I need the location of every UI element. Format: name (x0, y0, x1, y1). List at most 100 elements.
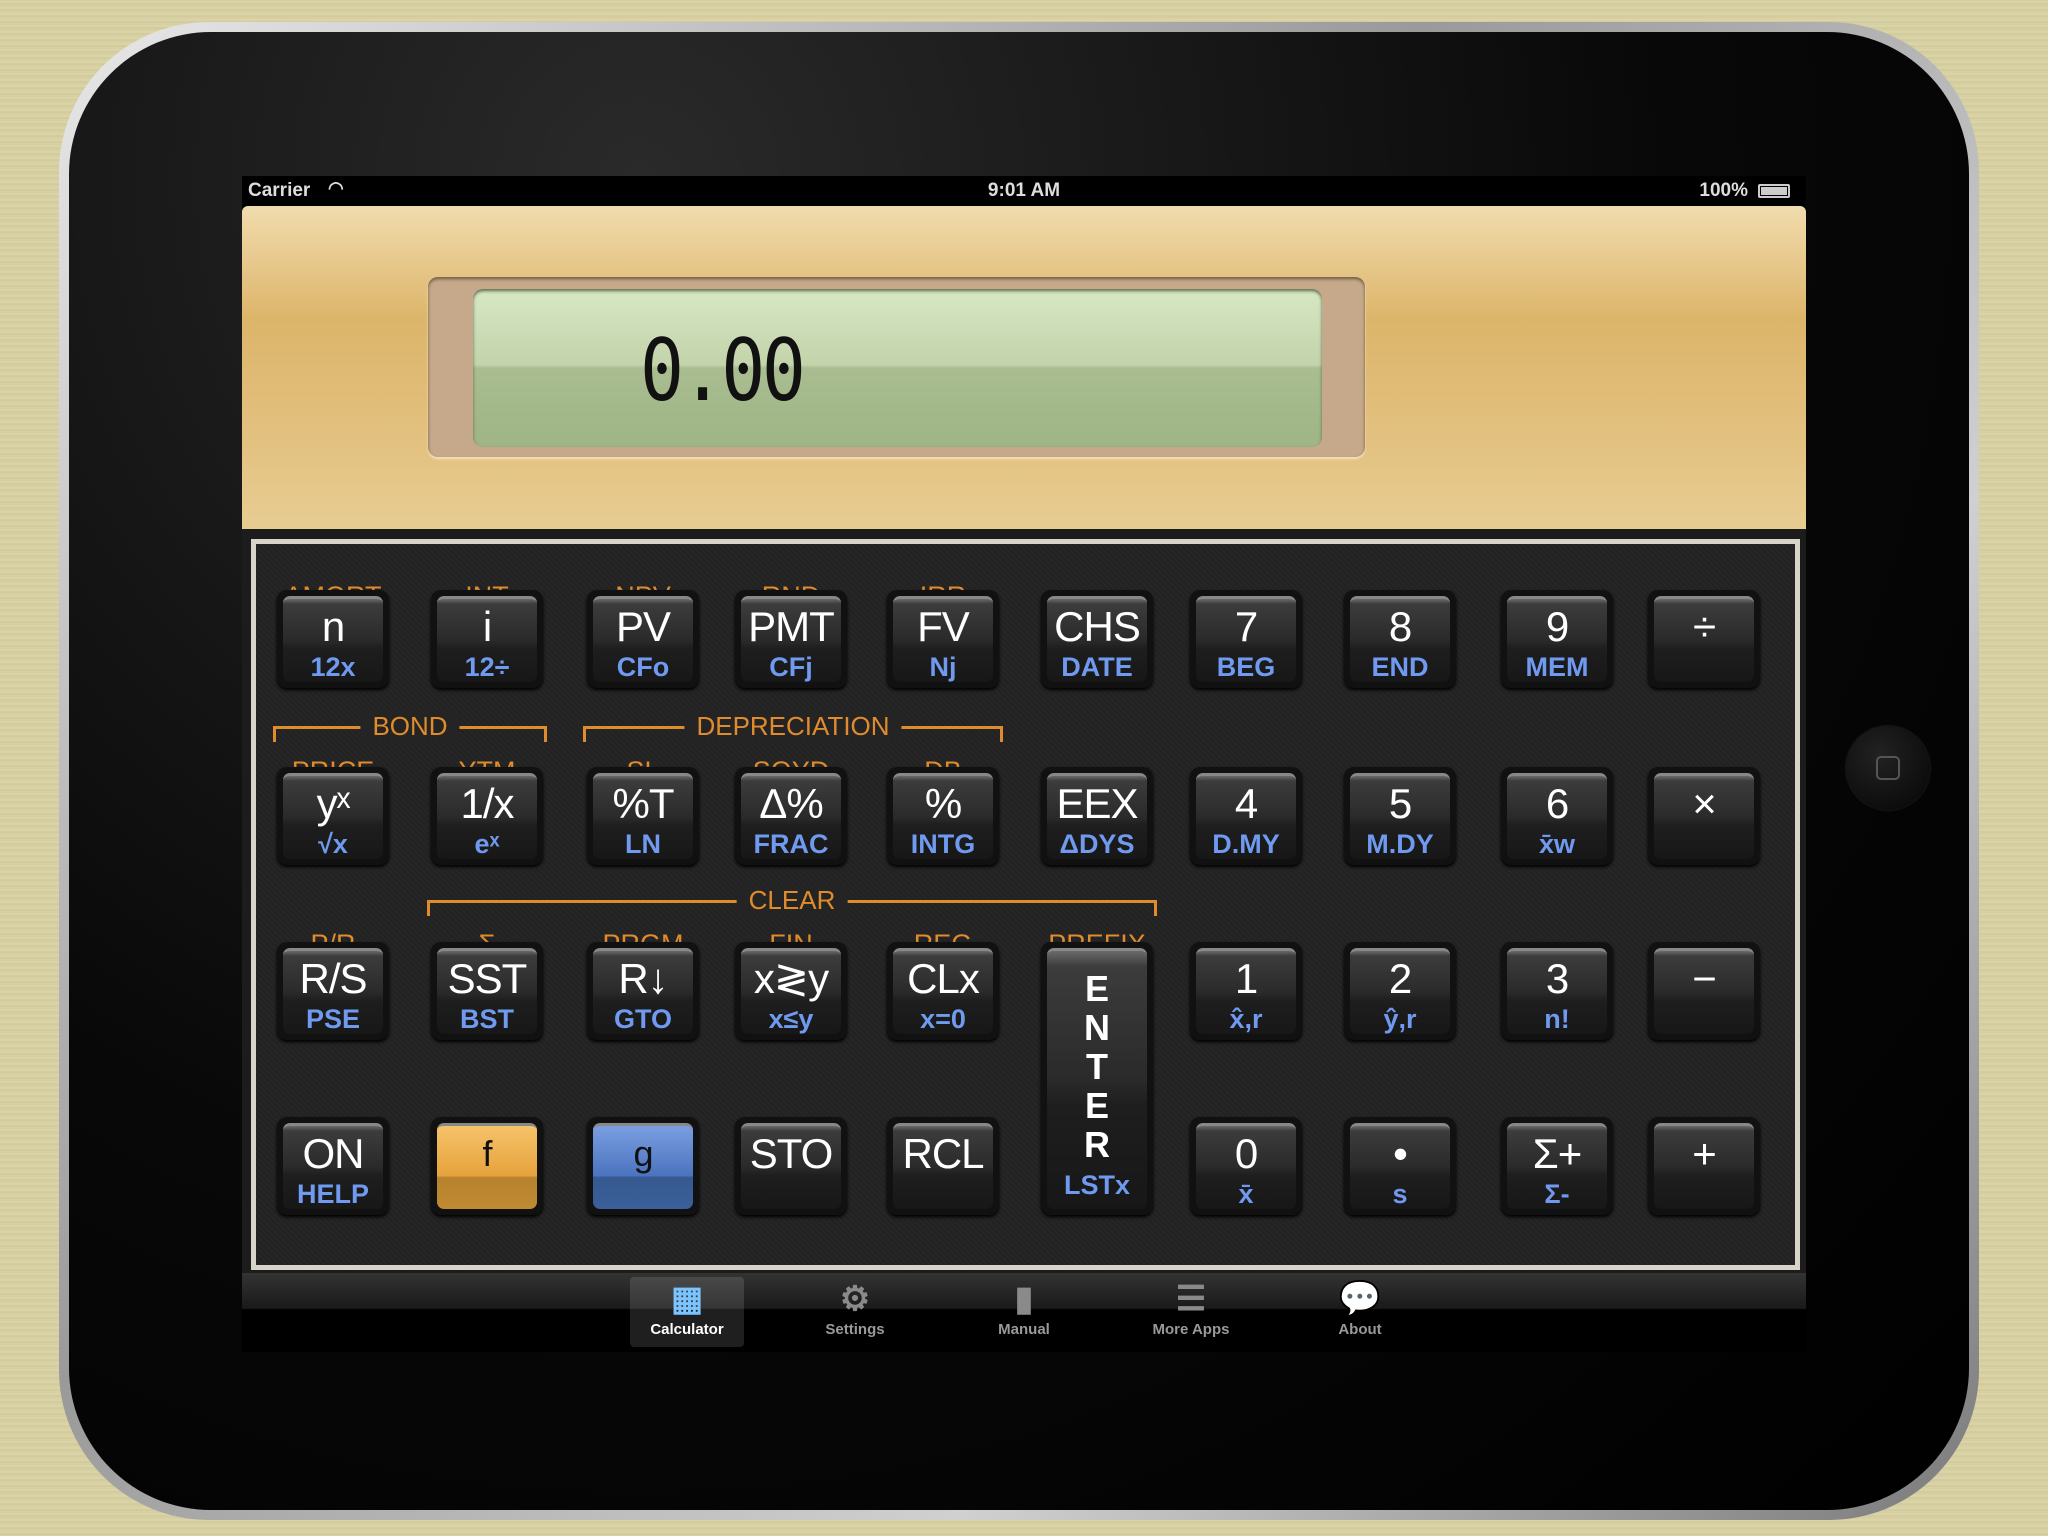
key-face: Σ+ Σ- (1507, 1123, 1607, 1209)
tab-bar: ▦ Calculator ⚙ Settings ▮ Manual ☰ More Apps 💬 Ab… (242, 1273, 1806, 1352)
key-9-mem[interactable]: 9 MEM (1501, 590, 1613, 688)
key-face: STO (741, 1123, 841, 1209)
key-face: x≷y x≤y (741, 948, 841, 1034)
key-6-x̄w[interactable]: 6 x̄w (1501, 767, 1613, 865)
key-face: 0 x̄ (1196, 1123, 1296, 1209)
key-0-x̄[interactable]: 0 x̄ (1190, 1117, 1302, 1215)
key-blue-label: PSE (305, 1004, 361, 1034)
key-1/x-eˣ[interactable]: 1/x eˣ (431, 767, 543, 865)
key-2-ŷ,r[interactable]: 2 ŷ,r (1344, 942, 1456, 1040)
key-blue-label: Σ- (1544, 1179, 1570, 1209)
key-clx-x=0[interactable]: CLx x=0 (887, 942, 999, 1040)
battery-icon (1758, 184, 1790, 198)
key-%-intg[interactable]: % INTG (887, 767, 999, 865)
key-×[interactable]: × (1648, 767, 1760, 865)
key-r/s-pse[interactable]: R/S PSE (277, 942, 389, 1040)
key-%t-ln[interactable]: %T LN (587, 767, 699, 865)
key-face: 6 x̄w (1507, 773, 1607, 859)
key-blue-label: ΔDYS (1059, 829, 1135, 859)
key-face: % INTG (893, 773, 993, 859)
key-r↓-gto[interactable]: R↓ GTO (587, 942, 699, 1040)
key-face: yˣ √x (283, 773, 383, 859)
key-face: CHS DATE (1047, 596, 1147, 682)
key-main-label: − (1692, 955, 1717, 1002)
key-÷[interactable]: ÷ (1648, 590, 1760, 688)
key-8-end[interactable]: 8 END (1344, 590, 1456, 688)
key-main-label: 4 (1234, 780, 1258, 827)
key-yˣ-√x[interactable]: yˣ √x (277, 767, 389, 865)
tab-manual[interactable]: ▮ Manual (967, 1277, 1081, 1347)
key-σ+-σ-[interactable]: Σ+ Σ- (1501, 1117, 1613, 1215)
key-face: + (1654, 1123, 1754, 1209)
key-•-s[interactable]: • s (1344, 1117, 1456, 1215)
screen: Carrier ◠ 9:01 AM 100% 0.00 AMORTINTNPVR… (242, 176, 1806, 1352)
key-main-label: R↓ (618, 955, 668, 1002)
tab-label: Calculator (650, 1321, 724, 1338)
tab-label: About (1338, 1321, 1382, 1338)
key-main-label: STO (749, 1130, 834, 1177)
key-rcl[interactable]: RCL (887, 1117, 999, 1215)
key-main-label: n (321, 603, 345, 650)
speech-bubble-icon: 💬 (1338, 1280, 1382, 1318)
key-face: 7 BEG (1196, 596, 1296, 682)
key-i-12÷[interactable]: i 12÷ (431, 590, 543, 688)
key-main-label: i (482, 603, 492, 650)
key-−[interactable]: − (1648, 942, 1760, 1040)
key-main-label: CLx (907, 955, 980, 1002)
lcd-display: 0.00 (473, 289, 1322, 447)
key-blue-label: HELP (296, 1179, 369, 1209)
key-δ%-frac[interactable]: Δ% FRAC (735, 767, 847, 865)
key-+[interactable]: + (1648, 1117, 1760, 1215)
key-blue-label: D.MY (1212, 829, 1280, 859)
key-blue-label: DATE (1061, 652, 1133, 682)
key-on-help[interactable]: ON HELP (277, 1117, 389, 1215)
key-main-label: yˣ (316, 780, 351, 827)
key-face: CLx x=0 (893, 948, 993, 1034)
key-sto[interactable]: STO (735, 1117, 847, 1215)
key-x≷y-x≤y[interactable]: x≷y x≤y (735, 942, 847, 1040)
key-eex-δdys[interactable]: EEX ΔDYS (1041, 767, 1153, 865)
key-g[interactable]: g (587, 1117, 699, 1215)
key-face: f (437, 1123, 537, 1209)
key-blue-label: GTO (613, 1004, 672, 1034)
enter-key[interactable]: E N T E R LSTx (1041, 942, 1153, 1215)
key-sst-bst[interactable]: SST BST (431, 942, 543, 1040)
key-f[interactable]: f (431, 1117, 543, 1215)
key-5-m.dy[interactable]: 5 M.DY (1344, 767, 1456, 865)
key-face: PV CFo (593, 596, 693, 682)
key-4-d.my[interactable]: 4 D.MY (1190, 767, 1302, 865)
key-face: 1/x eˣ (437, 773, 537, 859)
key-3-n![interactable]: 3 n! (1501, 942, 1613, 1040)
key-main-label: 1/x (460, 780, 514, 827)
bracket-label: DEPRECIATION (684, 711, 902, 741)
key-face: 9 MEM (1507, 596, 1607, 682)
key-face: %T LN (593, 773, 693, 859)
key-pv-cfo[interactable]: PV CFo (587, 590, 699, 688)
key-blue-label: x̄ (1238, 1179, 1254, 1209)
key-blue-label: INTG (910, 829, 976, 859)
key-fv-nj[interactable]: FV Nj (887, 590, 999, 688)
bracket-bond: BOND (273, 711, 547, 742)
tab-more-apps[interactable]: ☰ More Apps (1134, 1277, 1248, 1347)
key-chs-date[interactable]: CHS DATE (1041, 590, 1153, 688)
key-pmt-cfj[interactable]: PMT CFj (735, 590, 847, 688)
enter-letter: T (1086, 1046, 1108, 1087)
key-blue-label: x̄w (1538, 829, 1576, 859)
key-7-beg[interactable]: 7 BEG (1190, 590, 1302, 688)
key-main-label: 8 (1388, 603, 1412, 650)
tab-about[interactable]: 💬 About (1303, 1277, 1417, 1347)
key-blue-label: LSTx (1063, 1170, 1130, 1200)
enter-letter: N (1084, 1007, 1110, 1048)
bracket-label: BOND (360, 711, 460, 741)
key-n-12x[interactable]: n 12x (277, 590, 389, 688)
home-button[interactable] (1846, 726, 1930, 810)
key-1-x̂,r[interactable]: 1 x̂,r (1190, 942, 1302, 1040)
tab-settings[interactable]: ⚙ Settings (798, 1277, 912, 1347)
key-face: 4 D.MY (1196, 773, 1296, 859)
keypad-frame: AMORTINTNPVRNDIRRPRICEYTMSLSOYDDBP/RΣPRG… (251, 539, 1800, 1270)
key-main-label: Δ% (759, 780, 823, 827)
key-main-label: CHS (1054, 603, 1141, 650)
tab-calculator[interactable]: ▦ Calculator (630, 1277, 744, 1347)
key-main-label: 3 (1545, 955, 1569, 1002)
enter-letter: E (1084, 1085, 1109, 1126)
